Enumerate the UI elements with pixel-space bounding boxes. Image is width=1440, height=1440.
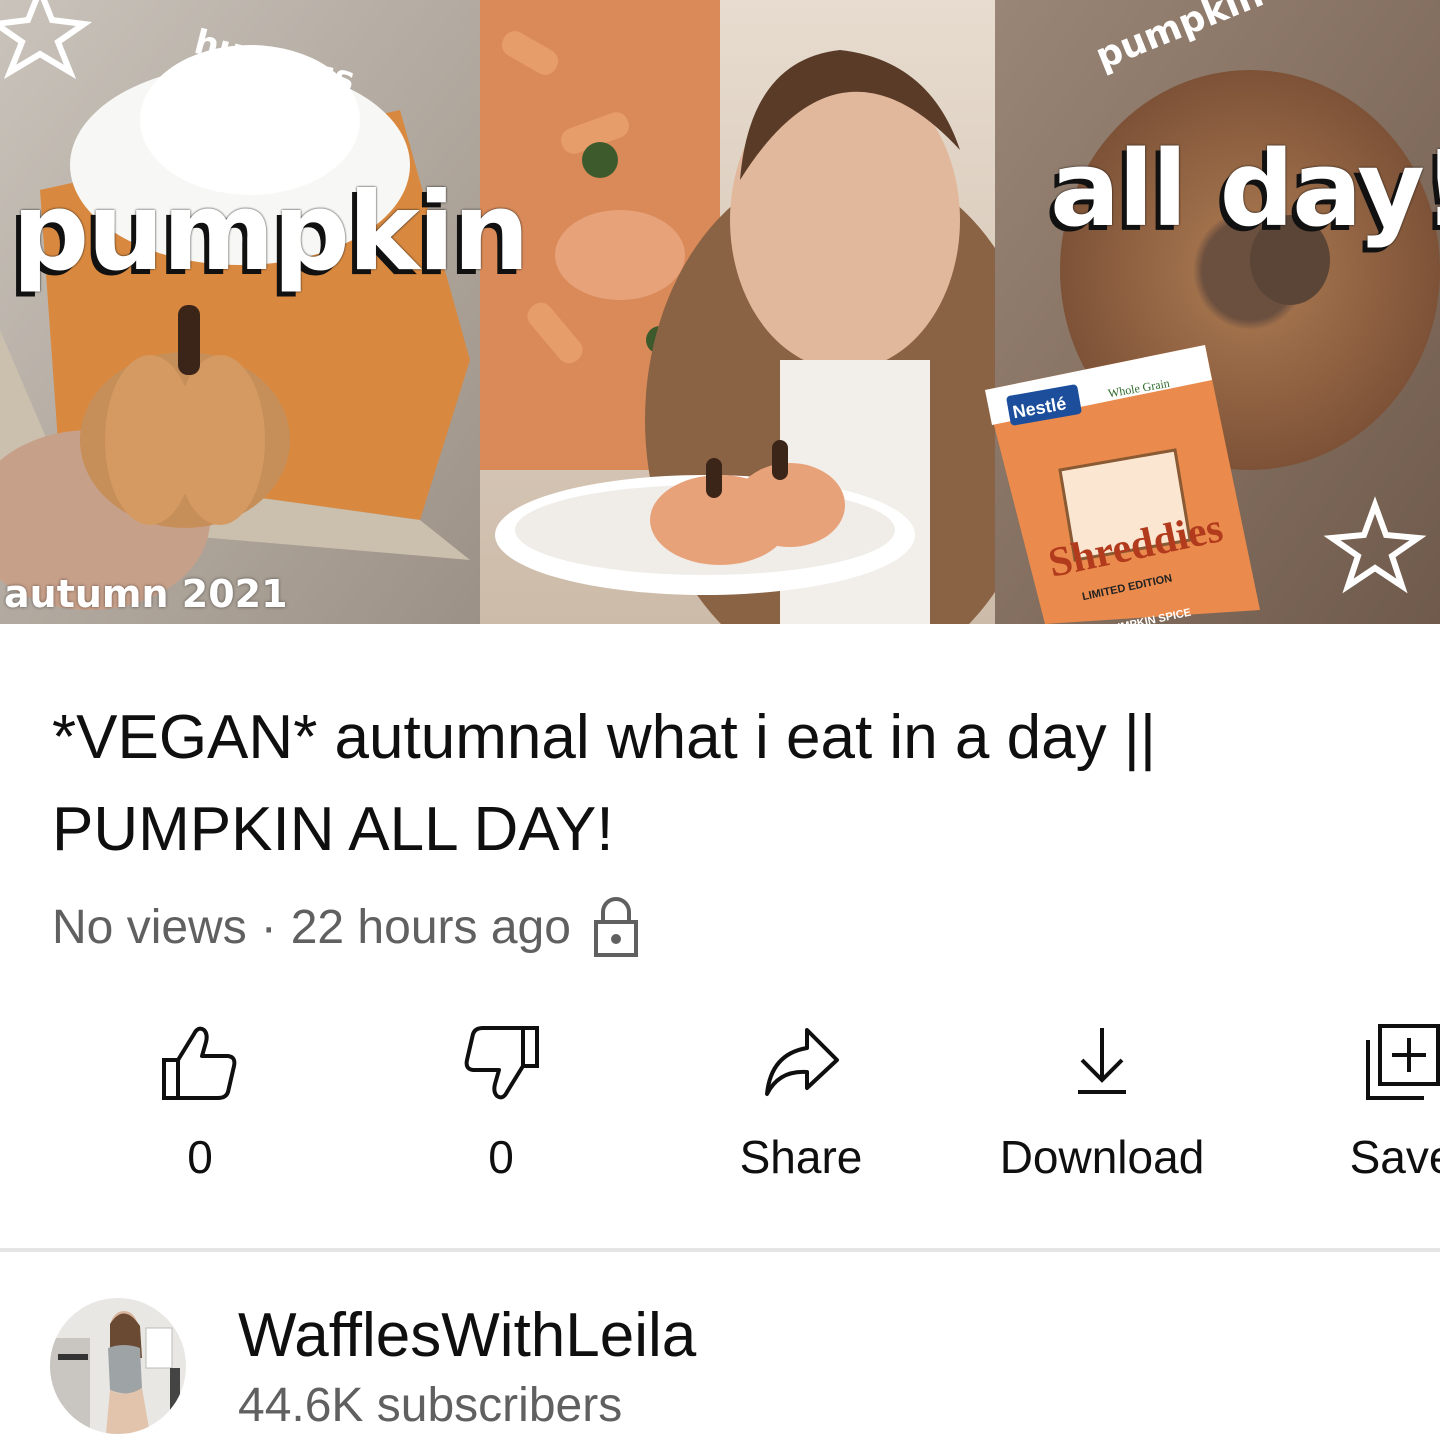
download-icon <box>1078 1028 1126 1094</box>
thumbs-down-icon <box>464 1026 539 1100</box>
thumbnail-autumn-text: autumn 2021 <box>4 572 288 616</box>
video-thumbnail[interactable]: Nestlé Whole Grain Shreddies LIMITED EDI… <box>0 0 1440 624</box>
video-title[interactable]: *VEGAN* autumnal what i eat in a day || … <box>52 692 1352 876</box>
lock-icon <box>593 896 639 958</box>
thumbnail-pumpkin-text: pumpkin <box>12 170 530 295</box>
like-button[interactable]: 0 <box>70 1020 330 1200</box>
save-label: Save <box>1349 1131 1440 1183</box>
view-count: No views <box>52 900 247 954</box>
dislike-count: 0 <box>488 1131 514 1183</box>
share-button[interactable]: Share <box>671 1020 931 1200</box>
add-to-playlist-icon <box>1366 1024 1440 1100</box>
thumbnail-all-day-text: all day! <box>1050 128 1440 250</box>
like-count: 0 <box>187 1131 213 1183</box>
channel-avatar[interactable] <box>50 1298 186 1434</box>
share-label: Share <box>739 1131 863 1183</box>
upload-age: 22 hours ago <box>290 900 571 954</box>
download-label: Download <box>999 1131 1205 1183</box>
avatar-photo <box>50 1298 186 1434</box>
channel-name[interactable]: WafflesWithLeila <box>238 1300 696 1371</box>
section-divider <box>0 1248 1440 1252</box>
share-arrow-icon <box>765 1028 839 1096</box>
download-button[interactable]: Download <box>972 1020 1232 1200</box>
meta-separator: · <box>260 900 277 954</box>
action-bar: 0 0 Share Download Save <box>0 1020 1440 1200</box>
thumbnail-collage-art: Nestlé Whole Grain Shreddies LIMITED EDI… <box>0 0 1440 624</box>
save-button[interactable]: Save <box>1272 1020 1440 1200</box>
dislike-button[interactable]: 0 <box>371 1020 631 1200</box>
video-meta: No views · 22 hours ago <box>52 896 639 958</box>
subscriber-count: 44.6K subscribers <box>238 1379 623 1432</box>
thumbs-up-icon <box>162 1026 237 1100</box>
